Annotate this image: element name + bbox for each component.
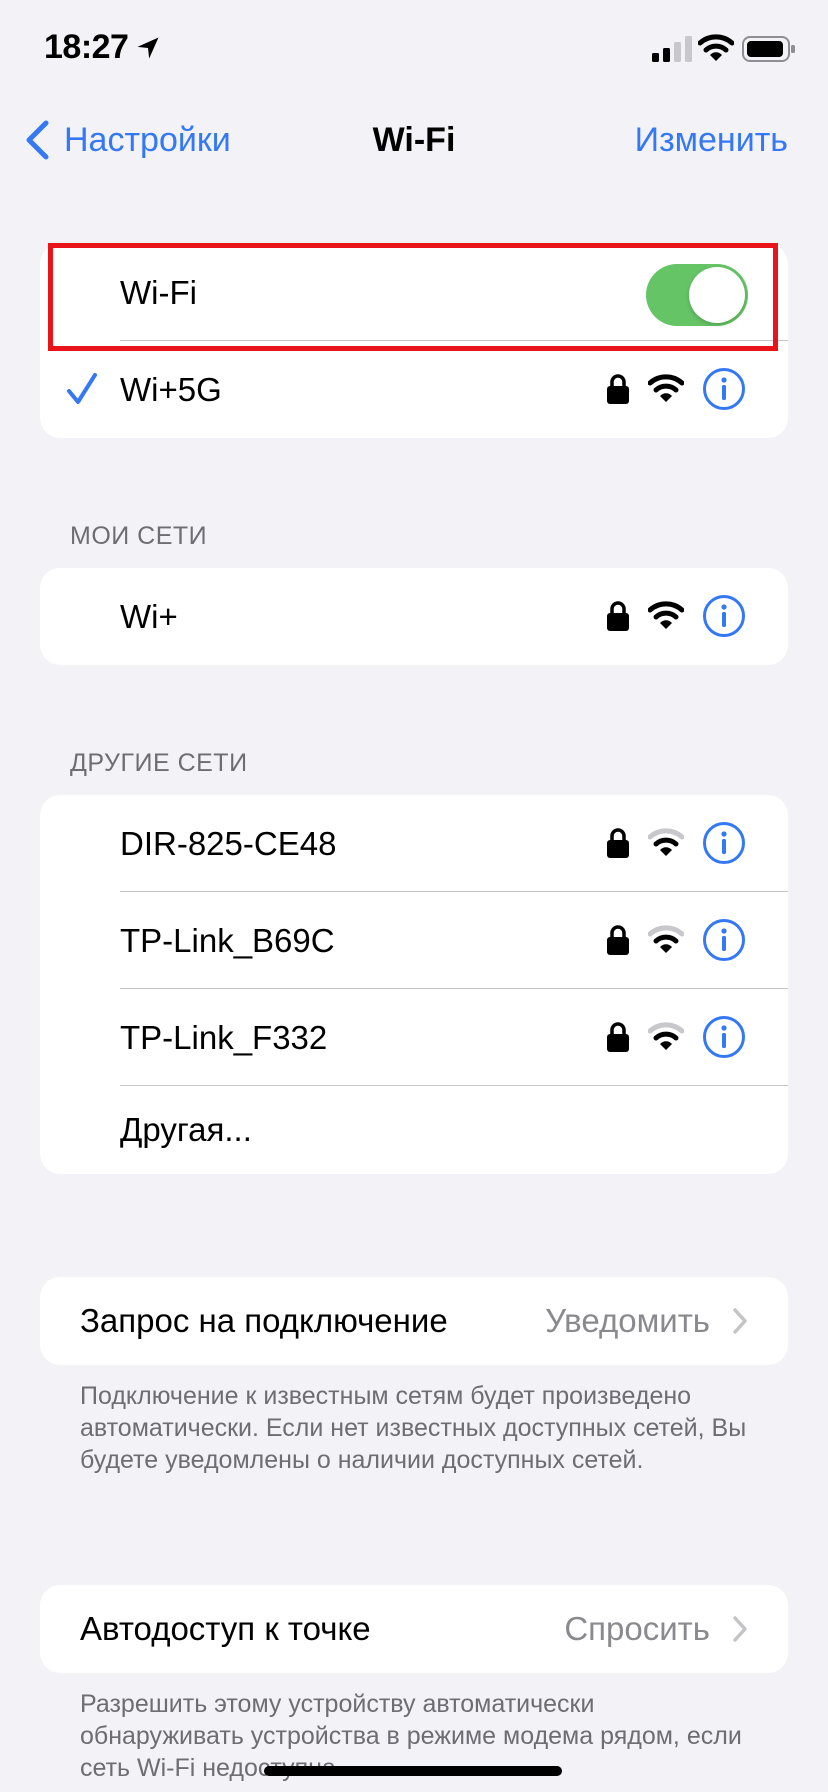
wifi-signal-icon: [648, 828, 684, 856]
edit-button[interactable]: Изменить: [635, 110, 788, 170]
network-name: Wi+5G: [120, 371, 222, 408]
ask-to-join-label: Запрос на подключение: [80, 1302, 448, 1339]
ask-to-join-value: Уведомить: [545, 1302, 710, 1339]
chevron-right-icon: [733, 1308, 747, 1334]
network-name: TP-Link_B69C: [120, 922, 335, 959]
ask-to-join-footer: Подключение к известным сетям будет прои…: [80, 1382, 747, 1474]
wifi-signal-icon: [648, 374, 684, 402]
other-networks-header: ДРУГИЕ СЕТИ: [70, 749, 248, 777]
ask-to-join-group: Запрос на подключение Уведомить: [40, 1277, 788, 1365]
wifi-signal-icon: [648, 1022, 684, 1050]
network-row[interactable]: TP-Link_B69C: [40, 892, 788, 989]
info-icon[interactable]: [702, 367, 746, 411]
lock-icon: [607, 1022, 629, 1052]
other-network-row[interactable]: Другая...: [40, 1086, 788, 1174]
network-row[interactable]: DIR-825-CE48: [40, 795, 788, 892]
info-icon[interactable]: [702, 821, 746, 865]
back-button[interactable]: Настройки: [24, 110, 231, 170]
connected-network-row[interactable]: Wi+5G: [40, 341, 788, 438]
status-time: 18:27: [44, 28, 129, 66]
chevron-left-icon: [26, 120, 49, 160]
navigation-bar: Настройки Wi-Fi Изменить: [0, 110, 828, 170]
wifi-toggle-switch[interactable]: [646, 264, 748, 326]
wifi-main-group: Wi-Fi Wi+5G: [40, 244, 788, 438]
my-networks-group: Wi+: [40, 568, 788, 665]
info-icon[interactable]: [702, 918, 746, 962]
wifi-toggle-row: Wi-Fi: [40, 244, 788, 341]
chevron-right-icon: [733, 1616, 747, 1642]
network-row[interactable]: TP-Link_F332: [40, 989, 788, 1086]
network-row[interactable]: Wi+: [40, 568, 788, 665]
info-icon[interactable]: [702, 594, 746, 638]
auto-hotspot-row[interactable]: Автодоступ к точке Спросить: [40, 1585, 788, 1673]
checkmark-icon: [67, 373, 97, 404]
ask-to-join-row[interactable]: Запрос на подключение Уведомить: [40, 1277, 788, 1365]
wifi-signal-icon: [648, 601, 684, 629]
lock-icon: [607, 828, 629, 858]
my-networks-header: МОИ СЕТИ: [70, 522, 208, 550]
battery-icon: [742, 36, 795, 62]
network-name: Wi+: [120, 598, 178, 635]
auto-hotspot-group: Автодоступ к точке Спросить: [40, 1585, 788, 1673]
home-indicator: [264, 1766, 562, 1776]
toggle-knob: [689, 267, 745, 323]
info-icon[interactable]: [702, 1015, 746, 1059]
auto-hotspot-value: Спросить: [564, 1610, 710, 1647]
other-network-label: Другая...: [120, 1111, 252, 1148]
network-name: DIR-825-CE48: [120, 825, 337, 862]
lock-icon: [607, 374, 629, 404]
other-networks-group: DIR-825-CE48 TP-Link_B69C TP-Link_F332 Д…: [40, 795, 788, 1174]
lock-icon: [607, 601, 629, 631]
wifi-icon: [698, 34, 734, 61]
network-name: TP-Link_F332: [120, 1019, 328, 1056]
location-arrow-icon: [137, 37, 159, 59]
auto-hotspot-label: Автодоступ к точке: [80, 1610, 371, 1647]
lock-icon: [607, 925, 629, 955]
wifi-signal-icon: [648, 925, 684, 953]
cellular-signal-icon: [652, 36, 692, 62]
back-button-label: Настройки: [64, 120, 231, 159]
status-bar: 18:27: [0, 0, 828, 100]
wifi-toggle-label: Wi-Fi: [120, 274, 197, 311]
